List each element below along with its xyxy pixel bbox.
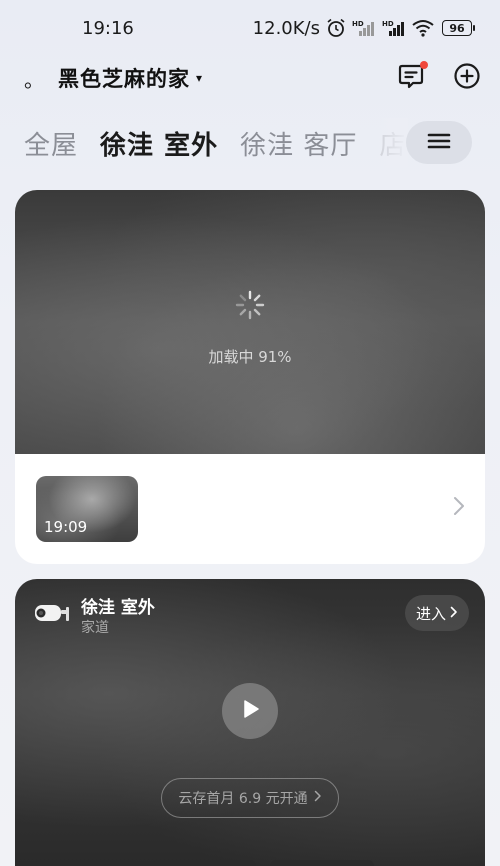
loading-status: 加载中 91% bbox=[208, 348, 292, 366]
status-time: 19:16 bbox=[82, 17, 134, 39]
svg-text:HD: HD bbox=[382, 20, 394, 28]
home-dot: 。 bbox=[24, 67, 44, 92]
live-video-view[interactable]: 加载中 91% bbox=[15, 190, 485, 454]
menu-icon bbox=[427, 131, 451, 155]
status-bar: 19:16 12.0K/s HD HD 96 bbox=[0, 0, 500, 56]
home-header: 。 黑色芝麻的家 ▾ bbox=[0, 56, 500, 100]
chevron-right-icon bbox=[450, 604, 458, 622]
clip-timestamp: 19:09 bbox=[44, 518, 88, 536]
enter-button[interactable]: 进入 bbox=[405, 595, 469, 631]
camera-location: 家道 bbox=[81, 620, 109, 636]
room-menu-button[interactable] bbox=[406, 121, 472, 164]
camera-name: 徐洼 室外 bbox=[81, 598, 155, 618]
cloud-storage-promo-button[interactable]: 云存首月 6.9 元开通 bbox=[161, 778, 339, 818]
chevron-right-icon bbox=[314, 790, 322, 806]
next-row-peek bbox=[0, 858, 500, 866]
svg-text:HD: HD bbox=[352, 20, 364, 28]
alarm-icon bbox=[326, 18, 346, 38]
camera-device-icon bbox=[31, 599, 71, 627]
message-button[interactable] bbox=[396, 61, 428, 93]
signal-hd-icon: HD bbox=[382, 19, 406, 37]
network-speed: 12.0K/s bbox=[252, 17, 320, 39]
signal-hd-icon: HD bbox=[352, 19, 376, 37]
home-selector[interactable]: 黑色芝麻的家 bbox=[58, 63, 190, 93]
tab-living-room[interactable]: 徐洼 客厅 bbox=[240, 125, 357, 162]
next-card-peek bbox=[270, 860, 374, 866]
status-icons: 12.0K/s HD HD 96 bbox=[252, 17, 475, 39]
play-icon bbox=[239, 698, 261, 724]
loading-spinner-icon bbox=[235, 290, 265, 320]
clip-thumbnail[interactable]: 19:09 bbox=[36, 476, 138, 542]
camera-card-live[interactable]: 加载中 91% 19:09 bbox=[15, 190, 485, 564]
tabs-fade-overlay bbox=[368, 118, 408, 168]
chevron-right-icon[interactable] bbox=[453, 496, 465, 520]
recent-clip-row[interactable]: 19:09 bbox=[15, 454, 485, 564]
next-card-peek bbox=[34, 860, 138, 866]
battery-icon: 96 bbox=[442, 20, 475, 36]
tab-outdoor[interactable]: 徐洼 室外 bbox=[100, 125, 218, 162]
add-icon bbox=[453, 62, 481, 94]
notification-dot bbox=[420, 61, 428, 69]
play-button[interactable] bbox=[222, 683, 278, 739]
caret-down-icon[interactable]: ▾ bbox=[196, 71, 202, 85]
tab-whole-house[interactable]: 全屋 bbox=[24, 125, 78, 162]
camera-card-outdoor[interactable]: 徐洼 室外 家道 进入 云存首月 6.9 元开通 bbox=[15, 579, 485, 866]
add-button[interactable] bbox=[452, 63, 482, 93]
next-card-peek bbox=[152, 860, 256, 866]
wifi-icon bbox=[412, 19, 434, 37]
cloud-promo-label: 云存首月 6.9 元开通 bbox=[178, 791, 308, 807]
enter-label: 进入 bbox=[415, 604, 446, 623]
